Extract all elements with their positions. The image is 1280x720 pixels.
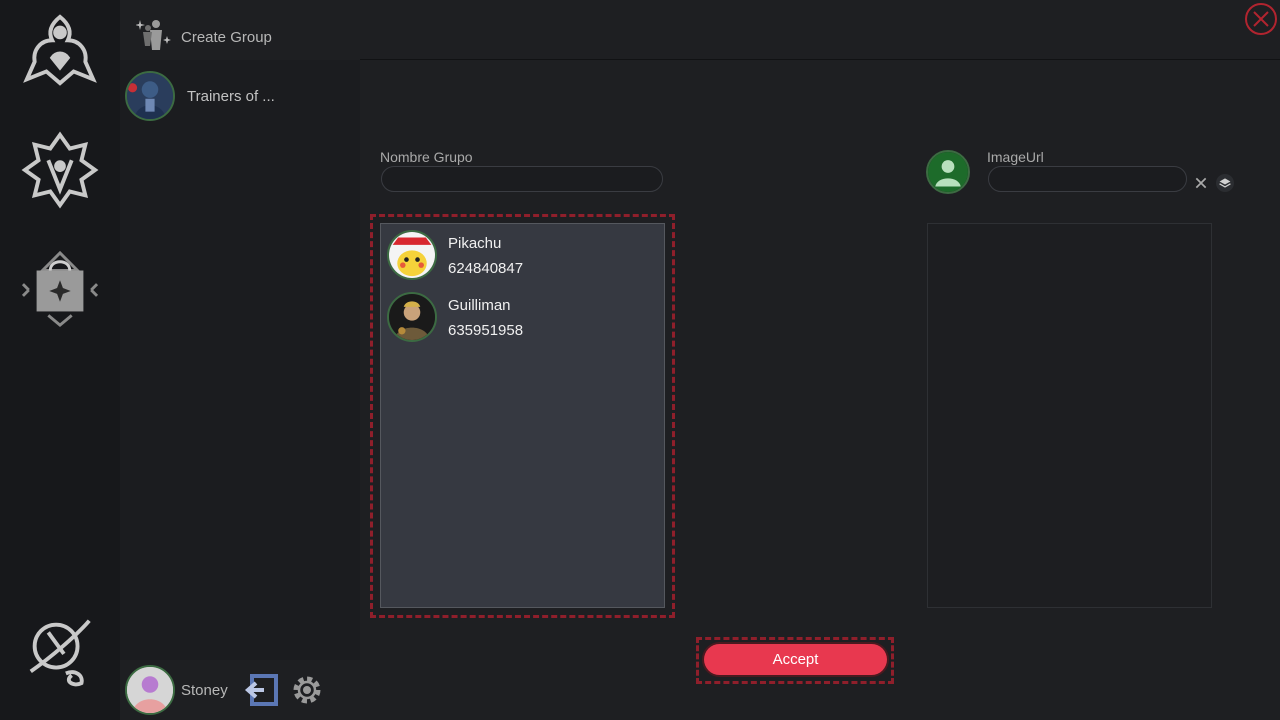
member-item[interactable]: Guilliman 635951958 [387, 292, 657, 344]
member-avatar [387, 230, 437, 280]
icon-rail [0, 0, 120, 720]
crest-icon[interactable] [20, 130, 100, 210]
member-phone: 635951958 [448, 322, 524, 339]
group-name-input[interactable] [381, 166, 663, 192]
gear-icon[interactable] [289, 672, 325, 708]
member-avatar [387, 292, 437, 342]
emblem-icon[interactable] [20, 10, 100, 90]
top-bar [360, 0, 1280, 60]
member-item[interactable]: Pikachu 624840847 [387, 230, 657, 282]
logout-icon[interactable] [244, 672, 280, 708]
shop-bag-icon[interactable] [20, 250, 100, 330]
image-preview-area [927, 223, 1212, 608]
group-name: Trainers of ... [187, 88, 275, 105]
close-circle-icon[interactable] [1244, 2, 1278, 36]
group-sparkle-icon [136, 20, 171, 50]
member-name: Guilliman [448, 297, 511, 314]
accept-button[interactable]: Accept [704, 644, 887, 675]
create-group-button[interactable]: Create Group [120, 0, 360, 60]
clear-x-icon[interactable] [1192, 174, 1210, 192]
member-phone: 624840847 [448, 260, 524, 277]
user-name: Stoney [181, 682, 228, 699]
member-name: Pikachu [448, 235, 502, 252]
user-avatar[interactable] [125, 665, 175, 715]
group-image-preview [926, 150, 970, 194]
user-panel: Stoney [120, 660, 360, 720]
layers-icon[interactable] [1216, 174, 1234, 192]
image-url-label: ImageUrl [987, 149, 1044, 165]
member-list[interactable]: Pikachu 624840847 Guilliman 635951958 [380, 223, 665, 608]
create-group-label: Create Group [181, 29, 272, 46]
group-name-label: Nombre Grupo [380, 149, 473, 165]
sidebar: Create Group Trainers of ... Stoney [120, 0, 360, 720]
image-url-input[interactable] [988, 166, 1187, 192]
group-list-item[interactable]: Trainers of ... [120, 66, 360, 126]
group-avatar [125, 71, 175, 121]
planet-icon[interactable] [20, 610, 100, 690]
